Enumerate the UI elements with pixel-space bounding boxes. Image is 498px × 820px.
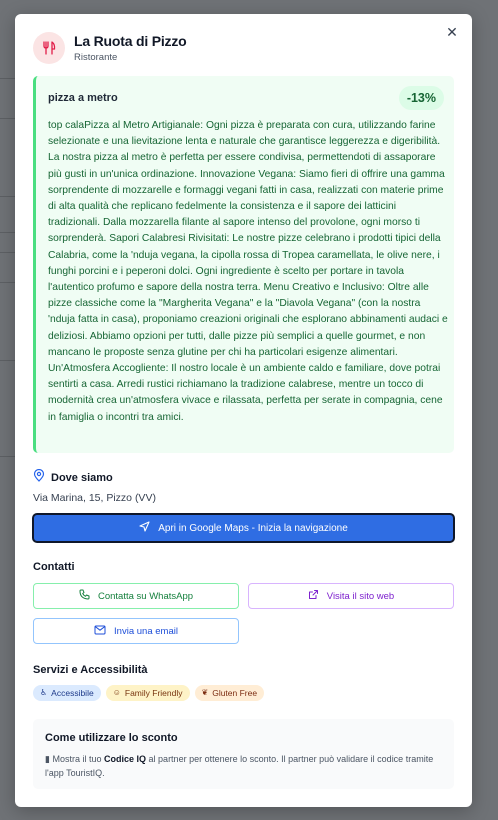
badge-gluten-free: ❦ Gluten Free: [194, 685, 265, 701]
whatsapp-label: Contatta su WhatsApp: [97, 590, 194, 602]
offer-card: pizza a metro -13% top calaPizza al Metr…: [33, 76, 454, 453]
business-category: Ristorante: [74, 52, 118, 63]
offer-description: top calaPizza al Metro Artigianale: Ogni…: [48, 120, 448, 423]
services-heading: Servizi e Accessibilità: [33, 664, 148, 676]
badge-label: Gluten Free: [212, 688, 258, 698]
offer-name: pizza a metro: [48, 92, 118, 104]
badge-family-friendly: ☺ Family Friendly: [105, 685, 190, 701]
location-heading-label: Dove siamo: [51, 472, 113, 484]
howto-box: Come utilizzare lo sconto ▮ Mostra il tu…: [33, 719, 454, 789]
map-pin-icon: [33, 468, 45, 487]
website-label: Visita il sito web: [326, 590, 395, 602]
modal-header: La Ruota di Pizzo Ristorante: [33, 32, 187, 64]
website-button[interactable]: Visita il sito web: [248, 583, 454, 609]
utensils-icon: [33, 32, 65, 64]
howto-text-before: Mostra il tuo: [52, 754, 102, 764]
location-heading: Dove siamo: [33, 468, 113, 487]
accessibility-icon: ♿: [40, 688, 48, 697]
child-icon: ☺: [112, 688, 121, 697]
business-detail-modal: ✕ La Ruota di Pizzo Ristorante pizza a m…: [15, 14, 472, 807]
email-label: Invia una email: [114, 625, 178, 637]
close-icon[interactable]: ✕: [444, 24, 460, 40]
whatsapp-button[interactable]: Contatta su WhatsApp: [33, 583, 239, 609]
phone-icon: [79, 589, 90, 603]
badge-accessible: ♿ Accessibile: [33, 685, 101, 701]
mail-icon: [94, 625, 106, 638]
external-link-icon: [308, 589, 319, 603]
address: Via Marina, 15, Pizzo (VV): [33, 492, 156, 504]
contacts-heading: Contatti: [33, 561, 75, 573]
wheat-icon: ❦: [201, 688, 209, 697]
badge-label: Family Friendly: [124, 688, 183, 698]
phone-icon: ▮: [45, 754, 50, 764]
code-label: Codice IQ: [104, 754, 147, 764]
howto-title: Come utilizzare lo sconto: [45, 732, 178, 744]
email-button[interactable]: Invia una email: [33, 618, 239, 644]
open-maps-button[interactable]: Apri in Google Maps - Inizia la navigazi…: [32, 513, 455, 543]
discount-badge: -13%: [398, 86, 444, 110]
backdrop: [0, 0, 16, 820]
badge-label: Accessibile: [51, 688, 94, 698]
open-maps-label: Apri in Google Maps - Inizia la navigazi…: [158, 522, 348, 534]
services-badges: ♿ Accessibile ☺ Family Friendly ❦ Gluten…: [33, 685, 265, 701]
business-name: La Ruota di Pizzo: [74, 33, 187, 49]
navigation-icon: [139, 519, 150, 537]
howto-text: ▮ Mostra il tuo Codice IQ al partner per…: [45, 752, 445, 780]
